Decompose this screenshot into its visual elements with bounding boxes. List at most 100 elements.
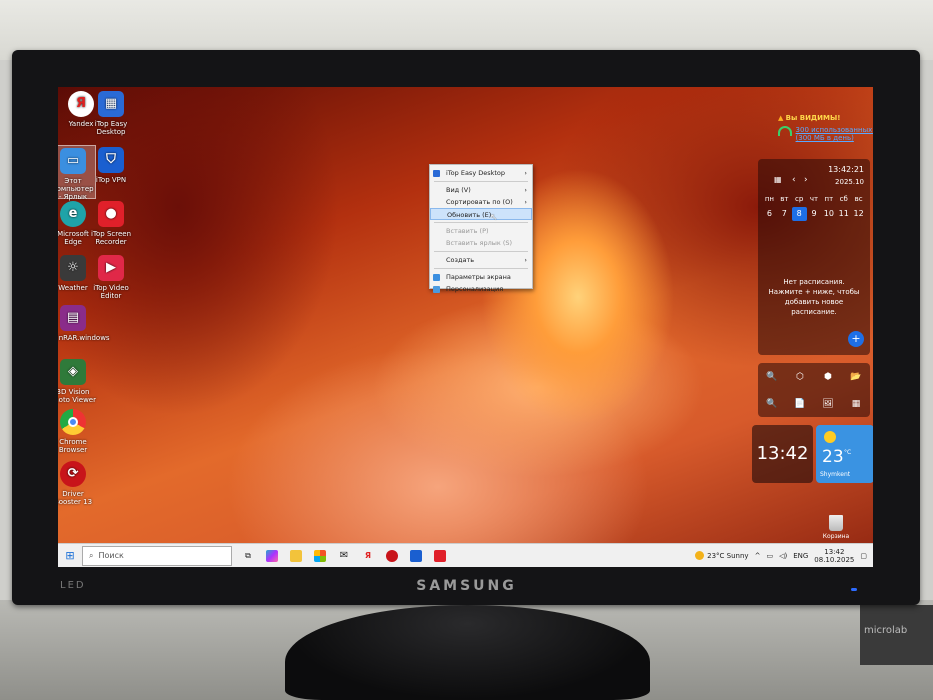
recycle-bin-icon <box>829 515 843 531</box>
calendar-day[interactable]: 9 <box>807 207 822 221</box>
copilot-icon <box>266 549 278 562</box>
taskbar-driver-booster[interactable] <box>382 546 402 566</box>
tray-clock[interactable]: 13:42 08.10.2025 <box>814 548 854 564</box>
taskbar-mail[interactable]: ✉ <box>334 546 354 566</box>
sun-icon <box>695 551 705 560</box>
ctx-item-display-settings[interactable]: Параметры экрана <box>430 271 532 283</box>
store-icon <box>314 549 326 562</box>
calendar-day[interactable]: 10 <box>821 207 836 221</box>
calendar-month: 2025.10 <box>835 178 864 186</box>
power-led <box>851 588 857 591</box>
language-indicator[interactable]: ENG <box>793 552 808 560</box>
led-label: LED <box>60 580 86 591</box>
itop-screen-recorder-icon <box>434 549 446 562</box>
desktop-icon-itop-vpn[interactable]: ⛉ iTop VPN <box>88 147 134 184</box>
itop-vpn-icon <box>410 549 422 562</box>
display-icon <box>433 274 440 281</box>
tray-time: 13:42 <box>824 547 845 556</box>
desktop-icon-chrome[interactable]: Chrome Browser <box>58 409 96 454</box>
weather-unit: °C <box>844 449 852 456</box>
desktop-screen[interactable]: Я Yandex ▦ iTop Easy Desktop ▭ Этот комп… <box>58 87 873 567</box>
volume-icon[interactable]: ◁) <box>779 552 787 560</box>
calendar-widget: 13:42:21 ▦ ‹ › 2025.10 пн вт ср чт пт сб вс 6 … <box>758 159 870 355</box>
calendar-icon[interactable]: ▦ <box>774 175 782 184</box>
monitor-brand: SAMSUNG <box>416 578 517 594</box>
folder-icon[interactable]: 📂 <box>850 372 861 382</box>
desktop-icon-itop-video-editor[interactable]: ▶ iTop Video Editor <box>88 255 134 300</box>
desktop-icon-winrar[interactable]: ▤ WinRAR.windows <box>58 305 110 342</box>
apps-grid-icon[interactable]: ▦ <box>852 399 861 409</box>
notifications-icon[interactable]: ▢ <box>860 552 867 560</box>
weather-city: Shymkent <box>820 471 851 478</box>
start-button[interactable]: ⊞ <box>60 546 80 566</box>
ctx-item-view[interactable]: Вид (V) › <box>430 184 532 196</box>
taskbar-itop-vpn[interactable] <box>406 546 426 566</box>
tools-widget: 🔍 ⬡ ⬢ 📂 🔍 📄 🖼 ▦ <box>758 363 870 417</box>
ctx-item-create[interactable]: Создать › <box>430 254 532 266</box>
itop-vpn-icon: ⛉ <box>98 147 124 173</box>
menu-separator <box>434 181 528 182</box>
calendar-day[interactable]: 12 <box>851 207 866 221</box>
this-pc-icon: ▭ <box>60 148 86 174</box>
cube-outline-icon[interactable]: ⬢ <box>824 372 832 382</box>
speaker: microlab <box>860 605 933 665</box>
taskbar-store[interactable] <box>310 546 330 566</box>
mouse-cursor-icon: ↖ <box>490 213 498 223</box>
desktop-icon-itop-easy-desktop[interactable]: ▦ iTop Easy Desktop <box>88 91 134 136</box>
desktop-icon-recycle-bin[interactable]: Корзина <box>816 515 856 540</box>
add-schedule-button[interactable]: + <box>848 331 864 347</box>
task-view-icon: ⧉ <box>245 550 251 560</box>
weather-temp: 23 <box>822 447 844 467</box>
taskbar-explorer[interactable] <box>286 546 306 566</box>
ctx-item-personalize[interactable]: Персонализация <box>430 283 532 295</box>
calendar-day-today[interactable]: 8 <box>791 207 807 221</box>
ctx-item-paste[interactable]: Вставить (P) <box>430 225 532 237</box>
calendar-next-button[interactable]: › <box>804 175 808 185</box>
calendar-day[interactable]: 6 <box>762 207 777 221</box>
desktop-icon-driver-booster[interactable]: ⟳ Driver Booster 13 <box>58 461 96 506</box>
menu-separator <box>434 251 528 252</box>
taskbar-itop-recorder[interactable] <box>430 546 450 566</box>
itop-video-editor-icon: ▶ <box>98 255 124 281</box>
calendar-day[interactable]: 11 <box>836 207 851 221</box>
chevron-up-icon[interactable]: ^ <box>755 552 761 560</box>
network-icon[interactable]: ▭ <box>766 552 773 560</box>
ctx-item-sort[interactable]: Сортировать по (O) › <box>430 196 532 208</box>
document-icon[interactable]: 📄 <box>794 399 805 409</box>
cube-icon[interactable]: ⬡ <box>796 372 804 382</box>
vpn-notice: ▲ Вы ВИДИМЫ! 300 использованных МБ (300 … <box>778 114 873 142</box>
search-tool-icon[interactable]: 🔍 <box>766 372 777 382</box>
taskbar: ⊞ ⌕ Поиск ⧉ ✉ Я 23°C Sunny ^ ▭ ◁) ENG 13… <box>58 543 873 567</box>
taskbar-copilot[interactable] <box>262 546 282 566</box>
context-menu: iTop Easy Desktop › Вид (V) › Сортировать … <box>429 164 533 293</box>
taskbar-yandex[interactable]: Я <box>358 546 378 566</box>
calendar-prev-button[interactable]: ‹ <box>792 175 796 185</box>
driver-booster-icon: ⟳ <box>60 461 86 487</box>
gauge-icon <box>778 126 792 136</box>
ctx-item-refresh[interactable]: Обновить (E) <box>430 208 532 220</box>
menu-separator <box>434 268 528 269</box>
desktop-icon-itop-screen-recorder[interactable]: ● iTop Screen Recorder <box>88 201 134 246</box>
driver-booster-icon <box>386 549 398 562</box>
clock-widget: 13:42 <box>752 425 813 483</box>
itop-easy-desktop-icon <box>433 170 440 177</box>
image-icon[interactable]: 🖼 <box>822 399 833 409</box>
calendar-day[interactable]: 7 <box>777 207 792 221</box>
storage-link[interactable]: 300 использованных МБ (300 МБ в день) <box>796 126 873 142</box>
taskbar-search[interactable]: ⌕ Поиск <box>82 545 232 566</box>
itop-easy-desktop-icon: ▦ <box>98 91 124 117</box>
tray-weather[interactable]: 23°C Sunny <box>695 551 749 560</box>
desktop-icon-3d-vision[interactable]: ◈ 3D Vision Photo Viewer <box>58 359 96 404</box>
calendar-time: 13:42:21 <box>828 165 864 174</box>
ctx-item-paste-shortcut[interactable]: Вставить ярлык (S) <box>430 237 532 249</box>
calendar-empty-text: Нет расписания. Нажмите + ниже, чтобы до… <box>768 278 860 316</box>
ctx-header-itop[interactable]: iTop Easy Desktop › <box>430 167 532 179</box>
calendar-dates: 6 7 8 9 10 11 12 <box>762 207 866 221</box>
itop-screen-recorder-icon: ● <box>98 201 124 227</box>
weather-widget[interactable]: 23 °C Shymkent <box>816 425 873 483</box>
search-files-icon[interactable]: 🔍 <box>766 399 777 409</box>
task-view-button[interactable]: ⧉ <box>238 546 258 566</box>
calendar-weekdays: пн вт ср чт пт сб вс <box>764 195 863 203</box>
search-icon: ⌕ <box>89 550 94 560</box>
mail-icon: ✉ <box>339 550 349 561</box>
